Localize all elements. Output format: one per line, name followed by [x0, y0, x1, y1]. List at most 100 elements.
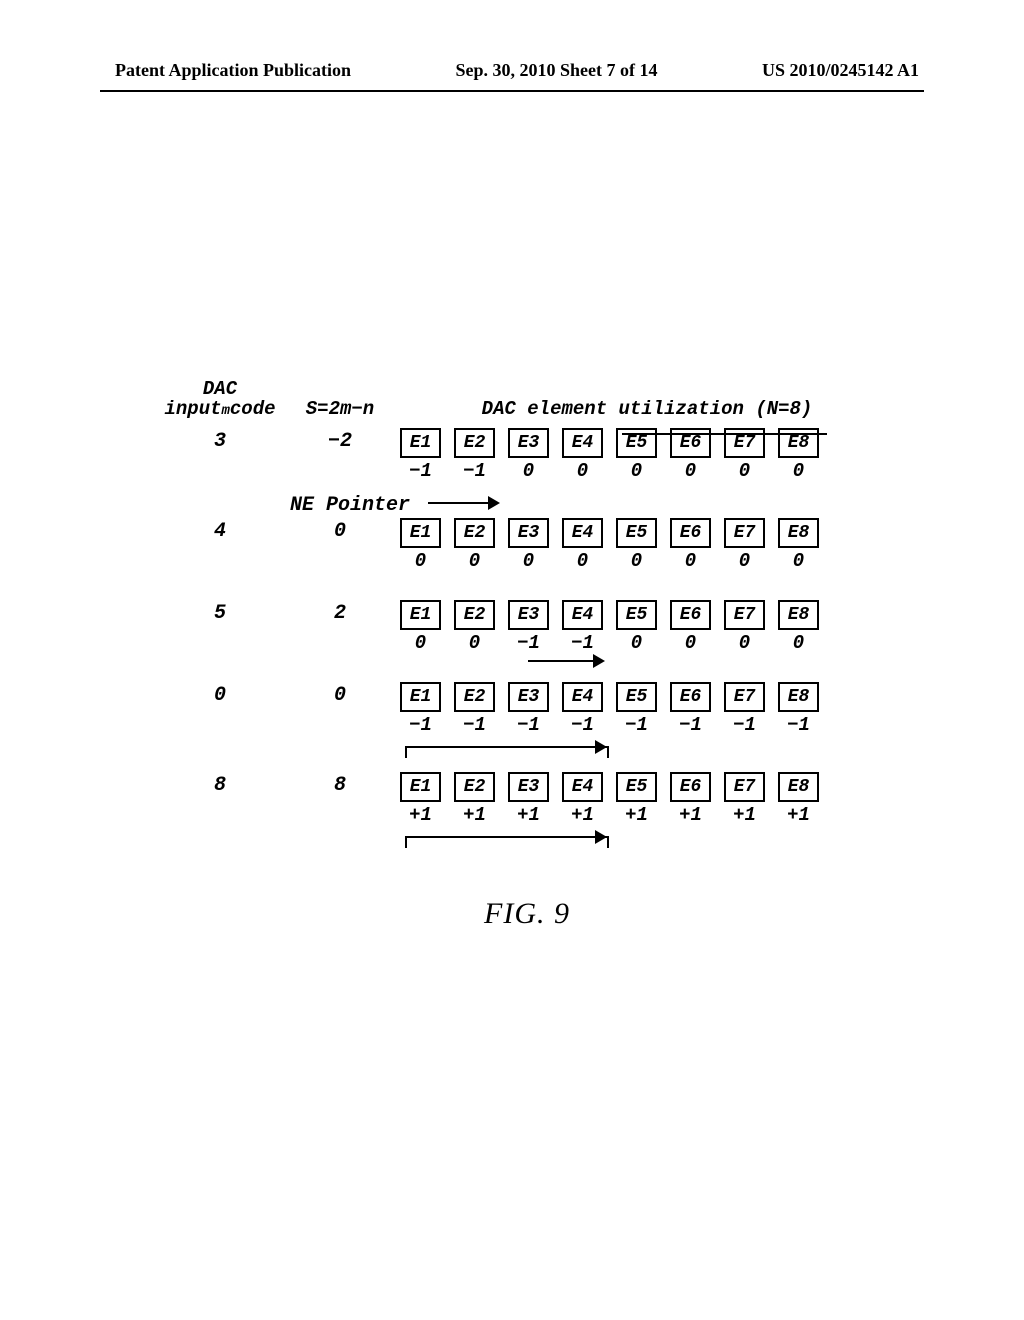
elements-group: E1 E2 E3 E4 E5 E6 E7 E8 0 0 −1 −1 0 0 0 … [390, 600, 904, 654]
s-value: 8 [290, 772, 390, 797]
column-headers: DAC inputmcode S=2m−n DAC element utiliz… [150, 380, 904, 420]
element-box: E3 [508, 600, 549, 630]
header-center: Sep. 30, 2010 Sheet 7 of 14 [456, 60, 658, 81]
segment-underline [622, 433, 827, 435]
element-value: 0 [508, 460, 549, 482]
dac-input-code-header: DAC inputmcode [150, 380, 290, 420]
table-row: 5 2 E1 E2 E3 E4 E5 E6 E7 E8 0 0 −1 −1 0 … [150, 600, 904, 654]
arrow-icon [405, 836, 605, 838]
element-box: E1 [400, 428, 441, 458]
pointer-row [150, 736, 904, 772]
element-value: 0 [562, 550, 603, 572]
m-value: 5 [150, 600, 290, 625]
utilization-header: DAC element utilization (N=8) [390, 398, 904, 420]
element-box: E3 [508, 428, 549, 458]
element-box: E4 [562, 772, 603, 802]
element-box: E1 [400, 772, 441, 802]
element-value: 0 [670, 550, 711, 572]
element-value: −1 [670, 714, 711, 736]
element-value: 0 [724, 550, 765, 572]
element-value: 0 [454, 632, 495, 654]
element-box: E2 [454, 518, 495, 548]
dac-sub: m [222, 403, 230, 419]
element-value: +1 [454, 804, 495, 826]
element-value: 0 [562, 460, 603, 482]
element-value: 0 [778, 550, 819, 572]
element-value: 0 [508, 550, 549, 572]
element-value: −1 [724, 714, 765, 736]
element-value: +1 [616, 804, 657, 826]
element-box: E5 [616, 682, 657, 712]
s-value: 2 [290, 600, 390, 625]
s-value: 0 [290, 518, 390, 543]
element-value: 0 [400, 550, 441, 572]
element-box: E2 [454, 428, 495, 458]
element-box: E8 [778, 518, 819, 548]
dac-line2: inputmcode [150, 400, 290, 420]
s-value: 0 [290, 682, 390, 707]
m-value: 8 [150, 772, 290, 797]
element-box: E3 [508, 518, 549, 548]
element-box: E7 [724, 600, 765, 630]
element-value: +1 [400, 804, 441, 826]
element-value: +1 [562, 804, 603, 826]
ne-pointer-row: NE Pointer [150, 490, 904, 518]
table-row: 8 8 E1 E2 E3 E4 E5 E6 E7 E8 +1 +1 +1 +1 … [150, 772, 904, 826]
element-value: 0 [670, 460, 711, 482]
element-value: 0 [454, 550, 495, 572]
arrow-icon [528, 660, 603, 662]
figure-caption: FIG. 9 [150, 897, 904, 931]
element-value: −1 [562, 714, 603, 736]
element-value: +1 [670, 804, 711, 826]
header-right: US 2010/0245142 A1 [762, 60, 919, 81]
elements-group: E1 E2 E3 E4 E5 E6 E7 E8 −1 −1 −1 −1 −1 −… [390, 682, 904, 736]
s-header: S=2m−n [290, 398, 390, 420]
pointer-row [150, 654, 904, 682]
element-box: E2 [454, 772, 495, 802]
m-value: 0 [150, 682, 290, 707]
element-value: 0 [778, 460, 819, 482]
m-value: 3 [150, 428, 290, 453]
element-value: +1 [778, 804, 819, 826]
element-box: E6 [670, 772, 711, 802]
element-box: E4 [562, 518, 603, 548]
element-value: −1 [508, 714, 549, 736]
element-value: −1 [508, 632, 549, 654]
element-box: E8 [778, 682, 819, 712]
element-value: 0 [724, 460, 765, 482]
element-value: +1 [724, 804, 765, 826]
element-value: −1 [616, 714, 657, 736]
element-box: E7 [724, 772, 765, 802]
element-box: E4 [562, 600, 603, 630]
element-value: +1 [508, 804, 549, 826]
m-value: 4 [150, 518, 290, 543]
element-value: −1 [778, 714, 819, 736]
element-box: E8 [778, 600, 819, 630]
elements-group: E1 E2 E3 E4 E5 E6 E7 E8 0 0 0 0 0 0 0 0 [390, 518, 904, 572]
element-value: 0 [616, 550, 657, 572]
table-row: 0 0 E1 E2 E3 E4 E5 E6 E7 E8 −1 −1 −1 −1 … [150, 682, 904, 736]
element-value: 0 [778, 632, 819, 654]
arrow-icon [405, 746, 605, 748]
element-box: E4 [562, 428, 603, 458]
element-box: E3 [508, 682, 549, 712]
element-box: E1 [400, 518, 441, 548]
element-box: E5 [616, 600, 657, 630]
element-value: −1 [454, 460, 495, 482]
header-rule [100, 90, 924, 92]
element-value: −1 [562, 632, 603, 654]
element-box: E2 [454, 600, 495, 630]
element-box: E8 [778, 772, 819, 802]
ne-pointer-label: NE Pointer [290, 494, 410, 517]
s-value: −2 [290, 428, 390, 453]
element-box: E5 [616, 772, 657, 802]
elements-group: E1 E2 E3 E4 E5 E6 E7 E8 +1 +1 +1 +1 +1 +… [390, 772, 904, 826]
pointer-row [150, 826, 904, 862]
element-box: E7 [724, 518, 765, 548]
element-value: 0 [616, 632, 657, 654]
element-box: E2 [454, 682, 495, 712]
element-value: −1 [400, 460, 441, 482]
element-value: 0 [724, 632, 765, 654]
dac-prefix: input [164, 398, 221, 420]
header-left: Patent Application Publication [115, 60, 351, 81]
